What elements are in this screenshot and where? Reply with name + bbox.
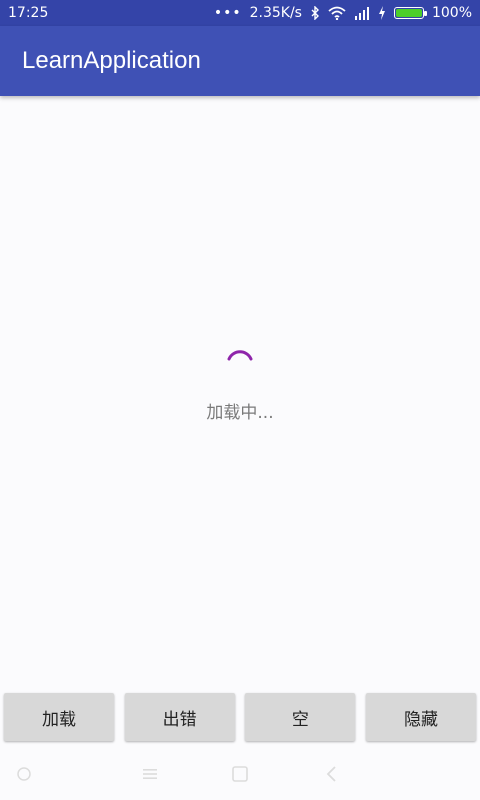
status-time: 17:25 <box>8 5 49 21</box>
hamburger-icon[interactable] <box>140 764 160 784</box>
battery-icon <box>393 7 427 19</box>
loading-spinner <box>227 350 253 361</box>
button-row: 加载 出错 空 隐藏 <box>4 693 476 741</box>
error-button[interactable]: 出错 <box>124 693 235 741</box>
network-speed: 2.35K/s <box>249 5 302 21</box>
back-icon[interactable] <box>322 764 342 784</box>
loading-text: 加载中... <box>206 403 274 423</box>
menu-icon[interactable] <box>14 764 34 784</box>
wifi-icon <box>328 6 346 20</box>
signal-icon <box>354 7 369 20</box>
empty-button[interactable]: 空 <box>245 693 356 741</box>
home-square-icon[interactable] <box>230 764 250 784</box>
app-bar: LearnApplication <box>0 26 480 96</box>
navigation-bar <box>0 748 480 800</box>
content-area: 加载中... <box>0 96 480 686</box>
bluetooth-icon <box>311 6 319 20</box>
battery-fill <box>395 9 422 17</box>
status-bar: 17:25 ••• 2.35K/s 100% <box>0 0 480 26</box>
status-icons: ••• 2.35K/s 100% <box>214 4 472 22</box>
more-dots-icon: ••• <box>213 5 242 21</box>
battery-percent: 100% <box>431 5 472 21</box>
hide-button[interactable]: 隐藏 <box>365 693 476 741</box>
load-button[interactable]: 加载 <box>4 693 114 741</box>
charging-icon <box>378 6 385 20</box>
page-title: LearnApplication <box>22 47 201 74</box>
